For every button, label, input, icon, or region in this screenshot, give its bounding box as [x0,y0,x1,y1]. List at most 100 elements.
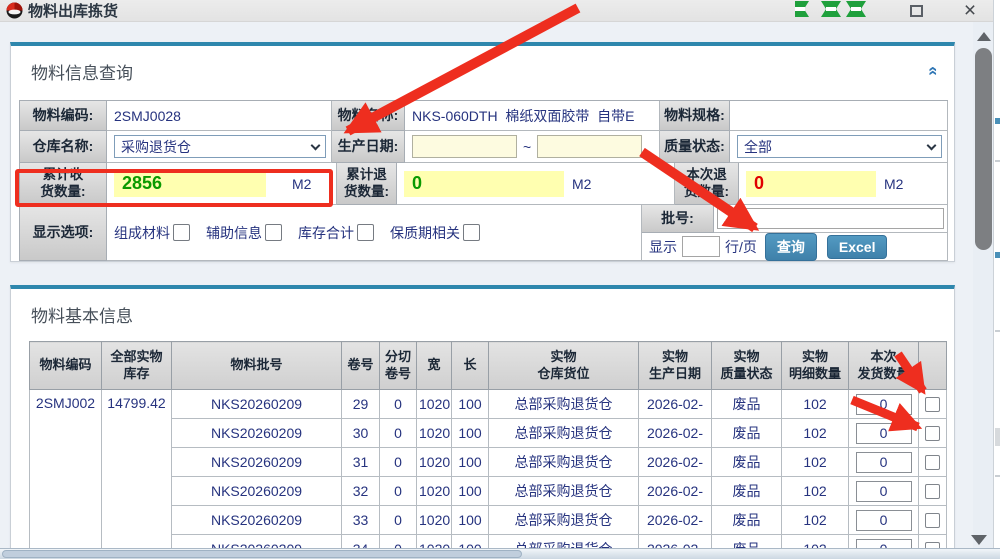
col-material-code: 物料编码 [30,342,102,390]
rows-per-page-input[interactable] [682,236,720,257]
col-batch: 物料批号 [172,342,342,390]
horizontal-scrollbar-thumb[interactable] [2,550,522,558]
ribbon-icon[interactable] [820,1,842,17]
cell-batch: NKS20260209 [172,506,342,535]
cell-roll: 33 [342,506,380,535]
stock-total-checkbox[interactable] [357,224,374,241]
cell-slit: 0 [380,448,417,477]
cell-length: 100 [452,419,489,448]
cell-width: 1020 [417,419,452,448]
col-roll: 卷号 [342,342,380,390]
cell-width: 1020 [417,390,452,419]
excel-button[interactable]: Excel [827,235,888,259]
scroll-up-icon[interactable] [977,32,991,41]
quality-select[interactable]: 全部 [737,135,942,158]
cell-prod-date: 2026-02- [639,419,712,448]
query-panel-title: 物料信息查询 [11,46,954,84]
cell-length: 100 [452,390,489,419]
row-select-checkbox[interactable] [925,426,940,441]
close-button[interactable]: × [957,0,983,22]
row-select-checkbox[interactable] [925,397,940,412]
compose-material-checkbox[interactable] [173,224,190,241]
current-return-unit: M2 [884,176,903,192]
ribbon-icon[interactable] [845,1,867,17]
show-label: 显示 [649,237,677,257]
ship-qty-input[interactable] [856,394,912,415]
query-form: 物料编码: 2SMJ0028 物料名称: NKS-060DTH 棉纸双面胶带 自… [19,100,948,261]
aux-info-checkbox[interactable] [265,224,282,241]
col-length: 长 [452,342,489,390]
material-spec-value [730,101,948,131]
cell-qty: 102 [782,477,849,506]
cell-length: 100 [452,477,489,506]
current-return-value: 0 [746,171,876,197]
quality-label: 质量状态: [660,131,730,163]
cell-roll: 31 [342,448,380,477]
date-to-input[interactable] [537,135,642,158]
cell-location: 总部采购退货仓 [489,390,639,419]
ship-qty-input[interactable] [856,510,912,531]
cell-prod-date: 2026-02- [639,506,712,535]
material-name-label: 物料名称: [332,101,405,131]
cell-roll: 29 [342,390,380,419]
cell-length: 100 [452,448,489,477]
total-returned-value: 0 [404,171,564,197]
warehouse-selected-value: 采购退货仓 [121,137,191,157]
warehouse-select[interactable]: 采购退货仓 [114,135,326,158]
collapse-panel-icon[interactable]: « [926,66,940,75]
material-info-panel: 物料基本信息 物料编码 全部实物 库存 物料批号 卷号 分切 卷号 宽 长 实物… [10,285,955,559]
total-received-label: 累计收 货数量: [20,163,107,205]
date-from-input[interactable] [412,135,517,158]
cell-prod-date: 2026-02- [639,477,712,506]
scroll-down-icon[interactable] [971,535,987,545]
info-panel-title: 物料基本信息 [11,289,954,327]
cell-slit: 0 [380,477,417,506]
cell-location: 总部采购退货仓 [489,448,639,477]
ship-qty-input[interactable] [856,423,912,444]
maximize-icon [910,5,923,17]
option-label-stock-total: 库存合计 [298,223,354,243]
cell-qty: 102 [782,506,849,535]
cell-location: 总部采购退货仓 [489,477,639,506]
cell-width: 1020 [417,477,452,506]
shelf-life-checkbox[interactable] [463,224,480,241]
window-titlebar: 物料出库拣货 × [0,0,1000,22]
window-title: 物料出库拣货 [28,0,118,21]
table-header-row: 物料编码 全部实物 库存 物料批号 卷号 分切 卷号 宽 长 实物 仓库货位 实… [30,342,947,390]
rows-unit-label: 行/页 [725,237,757,257]
toolbar-ribbon-icons[interactable] [820,1,867,17]
toolbar-ribbon-icon-partial[interactable] [795,1,810,17]
cell-batch: NKS20260209 [172,419,342,448]
cell-slit: 0 [380,419,417,448]
content-edge-strip [993,0,1000,559]
col-slit-roll: 分切 卷号 [380,342,417,390]
cell-length: 100 [452,506,489,535]
prod-date-label: 生产日期: [332,131,405,163]
cell-quality: 废品 [712,477,782,506]
row-select-checkbox[interactable] [925,484,940,499]
col-detail-qty: 实物 明细数量 [782,342,849,390]
row-select-checkbox[interactable] [925,455,940,470]
query-button[interactable]: 查询 [765,233,817,261]
maximize-button[interactable] [903,0,929,22]
col-width: 宽 [417,342,452,390]
material-code-label: 物料编码: [20,101,107,131]
batch-input[interactable] [717,208,944,229]
cell-quality: 废品 [712,390,782,419]
material-table: 物料编码 全部实物 库存 物料批号 卷号 分切 卷号 宽 长 实物 仓库货位 实… [29,341,947,559]
horizontal-scrollbar-track[interactable] [0,548,1000,559]
batch-label: 批号: [642,205,714,233]
cell-code: 2SMJ002 [30,390,102,559]
ship-qty-input[interactable] [856,481,912,502]
quality-selected-value: 全部 [744,137,772,157]
cell-qty: 102 [782,448,849,477]
cell-stock: 14799.42 [102,390,172,559]
row-select-checkbox[interactable] [925,513,940,528]
ship-qty-input[interactable] [856,452,912,473]
option-label-shelf-life: 保质期相关 [390,223,460,243]
close-icon: × [964,1,976,21]
vertical-scrollbar-thumb[interactable] [975,48,992,250]
date-separator: ~ [523,139,531,155]
cell-slit: 0 [380,390,417,419]
col-quality: 实物 质量状态 [712,342,782,390]
